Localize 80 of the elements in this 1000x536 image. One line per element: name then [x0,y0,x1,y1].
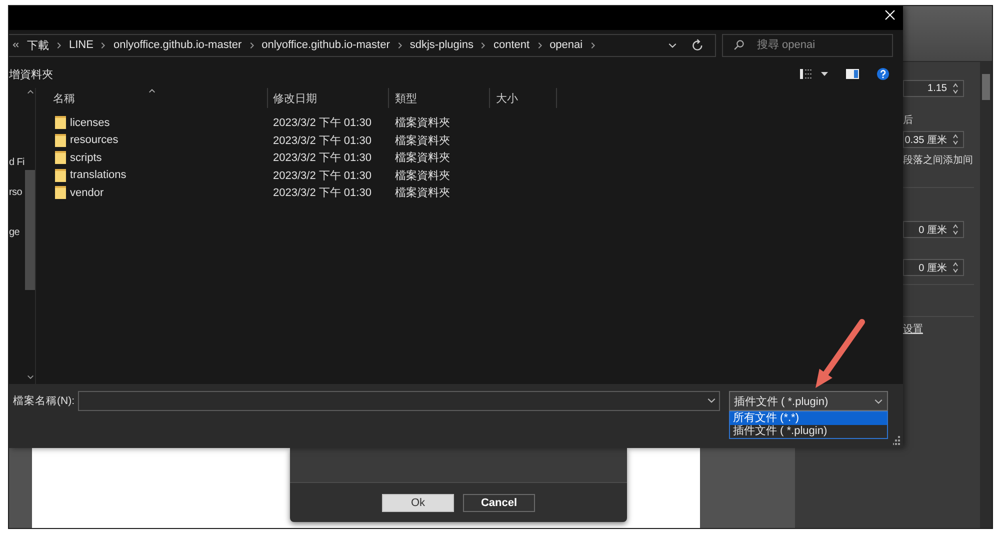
column-header[interactable]: 修改日期 [268,88,389,108]
modified-date: 2023/3/2 下午 01:30 [273,151,372,166]
scroll-down-icon[interactable] [26,375,34,379]
folder-icon [55,168,66,182]
sort-caret-icon[interactable] [148,89,155,93]
breadcrumb-item[interactable]: LINE [69,39,94,51]
folder-icon [55,134,66,147]
breadcrumb-item[interactable]: openai [550,39,583,51]
menu-option[interactable]: 插件文件 ( *.plugin) [730,425,887,438]
breadcrumb-item[interactable]: onlyoffice.github.io-master [113,39,242,51]
caret-down-icon[interactable] [821,72,828,76]
spinner-field[interactable]: 0 厘米 [903,259,964,276]
chevron-right-icon[interactable] [57,42,61,48]
file-name[interactable]: resources [70,134,118,146]
breadcrumb-item[interactable]: content [493,39,530,51]
spinner-arrows-icon[interactable] [953,134,958,145]
file-type: 檔案資料夾 [395,168,450,183]
spinner-arrows-icon[interactable] [953,224,958,235]
settings-link[interactable]: 设置 [903,324,923,336]
nav-item[interactable]: ge [9,227,25,239]
chevron-right-icon[interactable] [590,42,595,48]
column-header[interactable]: 大小 [490,88,557,108]
breadcrumb-item[interactable]: sdkjs-plugins [410,39,474,51]
spinner-field[interactable]: 1.15 [903,80,964,97]
file-type: 檔案資料夾 [395,134,450,148]
nav-item[interactable]: rso [9,187,25,199]
breadcrumb-item[interactable]: 下載 [27,38,49,52]
close-icon [885,10,895,20]
new-folder-button[interactable]: 增資料夾 [9,66,53,82]
modified-date: 2023/3/2 下午 01:30 [273,116,372,130]
chevron-right-icon[interactable] [398,42,402,48]
chevron-right-icon[interactable] [250,42,254,48]
chevron-down-icon[interactable] [707,398,716,403]
help-icon[interactable] [877,68,889,80]
chevron-down-icon[interactable] [668,42,677,48]
field-label: 檔案名稱(N): [13,394,74,409]
double-chevron-left-icon[interactable] [12,42,19,48]
modified-date: 2023/3/2 下午 01:30 [273,168,372,183]
preview-pane-icon[interactable] [846,69,859,79]
scrollbar-thumb[interactable] [982,74,990,100]
refresh-icon[interactable] [692,39,703,51]
file-name[interactable]: vendor [70,186,104,199]
field-label: 后 [903,115,913,127]
nav-item[interactable]: d Fi [9,157,25,169]
folder-icon [55,186,66,200]
size-grip-icon[interactable] [893,436,900,445]
search-icon [734,40,744,50]
spinner-arrows-icon[interactable] [953,262,958,273]
search-field[interactable]: 搜尋 openai [722,34,893,56]
modified-date: 2023/3/2 下午 01:30 [273,134,372,148]
folder-icon [55,116,66,130]
spinner-field[interactable]: 0.35 厘米 [903,131,964,148]
dialog-button[interactable]: Ok [382,494,454,512]
filename-field[interactable] [78,391,720,411]
file-type-select[interactable]: 插件文件 ( *.plugin) [729,391,888,411]
column-header[interactable]: 類型 [389,88,490,108]
file-name[interactable]: licenses [70,116,110,129]
breadcrumb-item[interactable]: onlyoffice.github.io-master [262,39,390,51]
option-label: 段落之间添加间 [903,155,973,167]
scroll-up-icon[interactable] [26,90,34,94]
modified-date: 2023/3/2 下午 01:30 [273,186,372,200]
file-name[interactable]: scripts [70,152,102,164]
spinner-field[interactable]: 0 厘米 [903,221,964,238]
file-type: 檔案資料夾 [395,150,450,166]
file-type: 檔案資料夾 [395,116,450,130]
dialog-button[interactable]: Cancel [463,494,535,512]
file-name[interactable]: translations [70,169,126,182]
scrollbar-thumb[interactable] [25,170,35,290]
folder-icon [55,151,66,164]
chevron-down-icon[interactable] [874,398,883,404]
close-button[interactable] [883,8,897,22]
file-type: 檔案資料夾 [395,186,450,200]
chevron-right-icon[interactable] [101,42,106,48]
chevron-right-icon[interactable] [481,42,486,48]
address-bar[interactable]: 下載 LINE onlyoffice.github.io-master onlyoffice.github.io-master sdkjs-plugins content openai [9,34,716,56]
details-view-icon[interactable] [800,69,812,79]
column-header[interactable]: 名稱 [36,88,268,108]
spinner-arrows-icon[interactable] [953,83,958,94]
menu-option[interactable]: 所有文件 (*.*) [730,412,887,425]
chevron-right-icon[interactable] [538,42,542,48]
